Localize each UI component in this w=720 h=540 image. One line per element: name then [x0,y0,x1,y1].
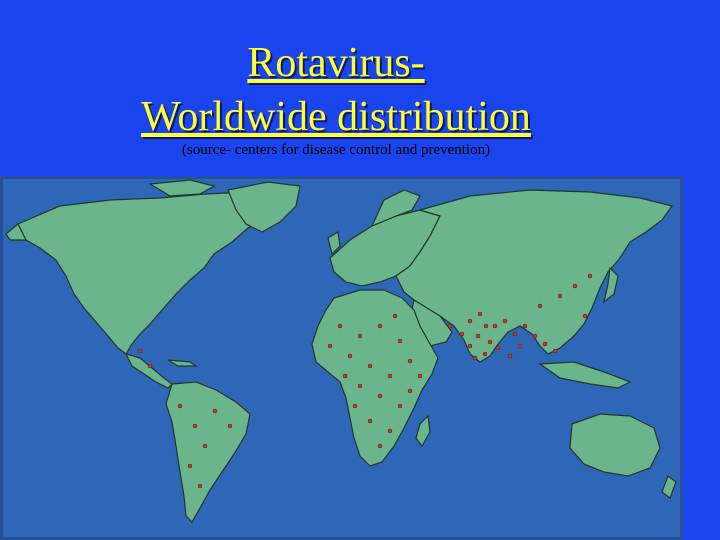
case-dot [492,323,498,329]
continent-north-america [17,191,276,355]
case-dot [552,348,558,354]
case-dot [417,373,423,379]
case-dot [397,338,403,344]
case-dot [512,331,518,337]
case-dot [477,311,483,317]
case-dot [507,353,513,359]
case-dot [482,351,488,357]
case-dot [377,443,383,449]
case-dot [502,318,508,324]
case-dot [522,323,528,329]
source-note: (source- centers for disease control and… [181,142,491,158]
case-dot [447,323,453,329]
case-dot [212,408,218,414]
case-dot [587,273,593,279]
case-dot [572,283,578,289]
case-dot [532,333,538,339]
region-caribbean [167,359,198,367]
case-dot [542,341,548,347]
case-dot [459,331,465,337]
case-dot [467,318,473,324]
case-dot [137,348,143,354]
case-dot [227,423,233,429]
case-dot [347,353,353,359]
case-dot [337,323,343,329]
case-dot [377,323,383,329]
world-map [0,176,683,540]
case-dot [377,393,383,399]
world-map-graphic [5,179,677,523]
continent-south-america [165,381,251,523]
case-dot [367,363,373,369]
region-central-america [124,353,173,389]
continent-australia [569,413,661,477]
case-dot [537,303,543,309]
case-dot [387,428,393,434]
case-dot [495,345,501,351]
slide-title-line-2: Worldwide distribution [141,94,531,140]
case-dot [357,333,363,339]
case-dot [475,333,481,339]
case-dot [483,323,489,329]
region-madagascar [415,414,431,448]
region-southeast-asia-islands [538,361,632,389]
case-dot [582,313,588,319]
case-dot [192,423,198,429]
case-dot [357,383,363,389]
region-new-zealand [661,475,677,499]
case-dot [197,483,203,489]
case-dot [327,343,333,349]
case-dot [487,339,493,345]
case-dot [367,418,373,424]
case-dot [407,388,413,394]
case-dot [202,443,208,449]
case-dot [407,358,413,364]
case-dot [177,403,183,409]
case-dot [397,403,403,409]
case-dot [352,403,358,409]
case-dot [147,363,153,369]
case-dot [387,373,393,379]
case-dot [467,343,473,349]
case-dot [392,313,398,319]
case-dot [517,343,523,349]
case-dot [472,355,478,361]
slide-title-line-1: Rotavirus- [247,40,425,86]
case-dot [187,463,193,469]
case-dot [342,373,348,379]
case-dot [557,293,563,299]
